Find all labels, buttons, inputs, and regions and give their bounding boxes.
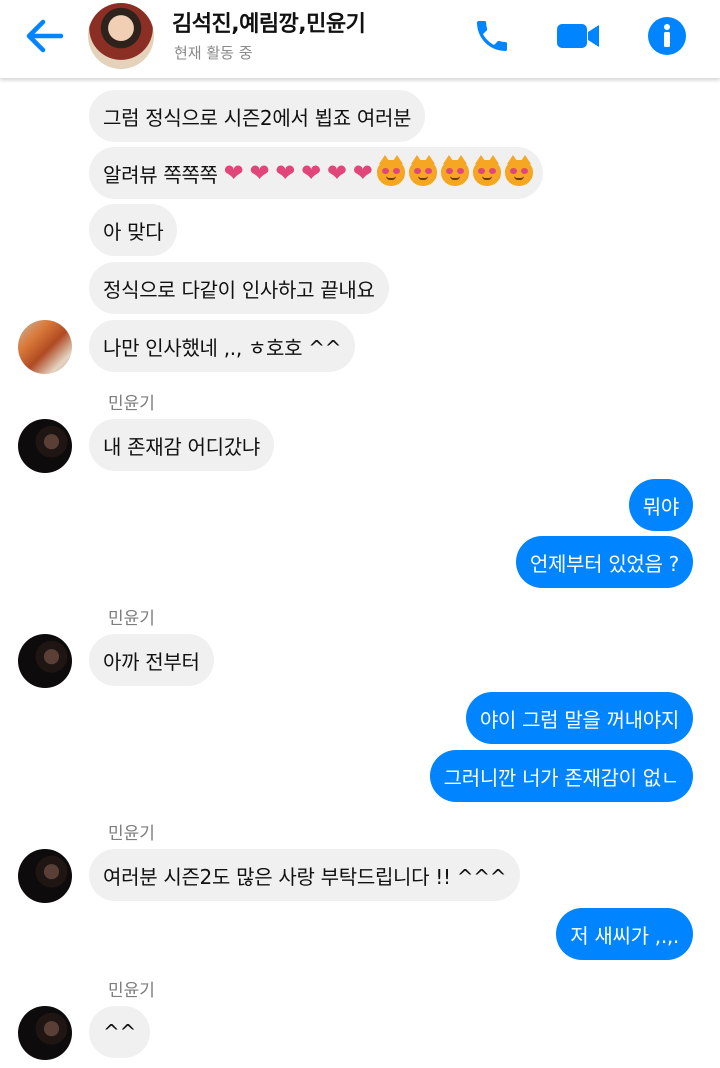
active-status: 현재 활동 중 <box>174 44 253 62</box>
message-text: 여러분 시즌2도 많은 사랑 부탁드립니다 !! ^^^ <box>103 864 507 889</box>
message-bubble-incoming[interactable]: 내 존재감 어디갔냐 <box>89 419 274 471</box>
heart-emoji: ❤ <box>223 159 244 187</box>
sender-avatar[interactable] <box>18 634 72 688</box>
heart-emoji: ❤ <box>249 159 270 187</box>
heart-emoji: ❤ <box>326 159 347 187</box>
sender-name: 민윤기 <box>108 394 155 414</box>
message-bubble-incoming[interactable]: 그럼 정식으로 시즌2에서 뵙죠 여러분 <box>89 90 426 142</box>
message-text: 알려뷰 쪽쪽쪽 <box>103 162 218 187</box>
message-text: 언제부터 있었음 ? <box>529 551 679 576</box>
message-text: 정식으로 다같이 인사하고 끝내요 <box>103 277 375 302</box>
heart-emoji: ❤ <box>352 159 373 187</box>
message-text: 나만 인사했네 ,., ㅎ호호 ^^ <box>103 335 342 360</box>
heart-emoji: ❤ <box>301 159 321 187</box>
message-bubble-outgoing[interactable]: 뭐야 <box>628 479 693 531</box>
info-button[interactable] <box>643 12 691 60</box>
message-bubble-incoming[interactable]: 정식으로 다같이 인사하고 끝내요 <box>89 262 389 314</box>
sender-name: 민윤기 <box>108 609 155 629</box>
heart-eyes-cat-emoji <box>408 155 437 186</box>
message-text: 그러니깐 너가 존재감이 없ㄴ <box>443 765 680 790</box>
messenger-chat-screen: 김석진,예림깡,민윤기 현재 활동 중 그럼 정식으로 시즌2에서 뵙죠 여러분… <box>0 0 720 1068</box>
video-call-button[interactable] <box>554 12 602 60</box>
message-bubble-outgoing[interactable]: 언제부터 있었음 ? <box>515 536 693 588</box>
sender-avatar[interactable] <box>18 1006 72 1060</box>
message-bubble-incoming[interactable]: 아 맞다 <box>89 204 178 256</box>
message-text: 뭐야 <box>642 494 680 519</box>
message-bubble-incoming[interactable]: 여러분 시즌2도 많은 사랑 부탁드립니다 !! ^^^ <box>89 849 521 901</box>
message-bubble-outgoing[interactable]: 그러니깐 너가 존재감이 없ㄴ <box>429 750 693 802</box>
sender-avatar[interactable] <box>18 320 72 374</box>
message-text: 저 새씨가 ,.,. <box>570 923 679 948</box>
message-bubble-incoming[interactable]: 아까 전부터 <box>89 634 214 686</box>
sender-avatar[interactable] <box>18 849 72 903</box>
sender-name: 민윤기 <box>108 824 155 844</box>
message-bubble-incoming[interactable]: ^^ <box>89 1006 150 1058</box>
chat-title[interactable]: 김석진,예림깡,민윤기 <box>172 6 366 38</box>
heart-eyes-cat-emoji <box>376 155 405 186</box>
heart-emoji: ❤ <box>275 159 296 187</box>
back-arrow-icon <box>26 19 64 53</box>
message-text: 그럼 정식으로 시즌2에서 뵙죠 여러분 <box>103 105 412 130</box>
info-icon <box>648 17 686 55</box>
message-text: 아까 전부터 <box>103 649 200 674</box>
heart-eyes-cat-emoji <box>472 155 501 186</box>
sender-name: 민윤기 <box>108 981 155 1001</box>
message-text: 내 존재감 어디갔냐 <box>103 434 260 459</box>
back-button[interactable] <box>20 14 68 58</box>
message-bubble-outgoing[interactable]: 야이 그럼 말을 꺼내야지 <box>465 692 693 744</box>
heart-eyes-cat-emoji <box>440 155 469 186</box>
phone-icon <box>477 21 507 51</box>
video-camera-icon <box>557 24 599 48</box>
message-bubble-incoming[interactable]: 나만 인사했네 ,., ㅎ호호 ^^ <box>89 320 356 372</box>
message-bubble-outgoing[interactable]: 저 새씨가 ,.,. <box>556 908 693 960</box>
group-avatar[interactable] <box>88 3 154 69</box>
sender-avatar[interactable] <box>18 419 72 473</box>
message-text: 야이 그럼 말을 꺼내야지 <box>479 707 679 732</box>
message-bubble-incoming[interactable]: 알려뷰 쪽쪽쪽 ❤ ❤ ❤ ❤ ❤ ❤ <box>89 147 543 199</box>
chat-header: 김석진,예림깡,민윤기 현재 활동 중 <box>0 0 720 78</box>
call-button[interactable] <box>468 12 516 60</box>
heart-eyes-cat-emoji <box>504 155 533 186</box>
message-text: 아 맞다 <box>103 219 164 244</box>
message-text: ^^ <box>103 1020 136 1044</box>
